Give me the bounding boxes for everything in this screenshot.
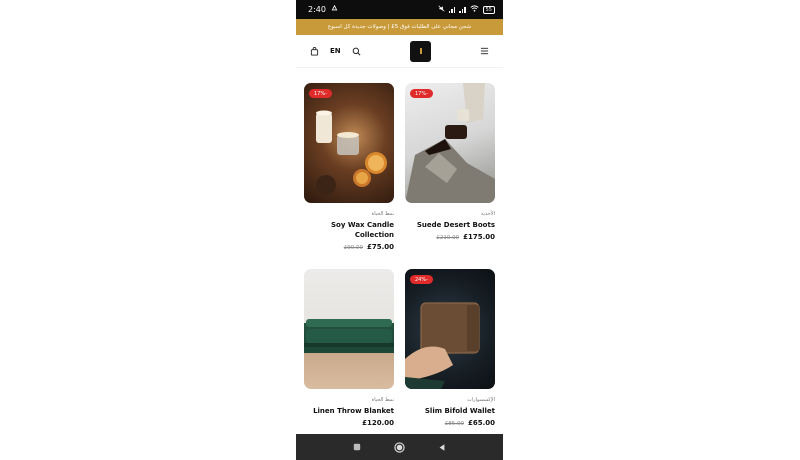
menu-icon[interactable] bbox=[479, 45, 491, 57]
home-button[interactable] bbox=[393, 441, 405, 453]
promo-text: شحن مجاني على الطلبات فوق 5£ | وصولات جد… bbox=[327, 24, 472, 30]
product-image[interactable] bbox=[304, 269, 394, 389]
product-card[interactable]: 24%- الإكسسوارات Slim Bifold Wallet £65.… bbox=[405, 269, 495, 427]
cart-icon[interactable] bbox=[308, 45, 320, 57]
promo-banner[interactable]: شحن مجاني على الطلبات فوق 5£ | وصولات جد… bbox=[296, 19, 503, 35]
product-price: £65.00 bbox=[467, 419, 495, 427]
mute-icon bbox=[438, 5, 445, 14]
product-category: الأحذية bbox=[480, 211, 495, 217]
product-name[interactable]: Soy Wax Candle Collection bbox=[304, 220, 394, 240]
product-name[interactable]: Suede Desert Boots bbox=[405, 220, 495, 230]
product-old-price: £210.00 bbox=[436, 235, 460, 241]
product-category: نمط الحياة bbox=[371, 211, 394, 217]
product-card[interactable]: 17%- الأحذية Suede Desert Boots £175.00 … bbox=[405, 83, 495, 241]
language-switch[interactable]: EN bbox=[330, 47, 341, 55]
back-button[interactable] bbox=[436, 441, 448, 453]
product-name[interactable]: Slim Bifold Wallet bbox=[405, 406, 495, 416]
status-bar: 2:40 55 bbox=[296, 0, 503, 19]
signal-icon bbox=[448, 6, 456, 13]
product-price: £175.00 bbox=[463, 233, 495, 241]
product-old-price: £90.00 bbox=[343, 245, 363, 251]
product-old-price: £85.00 bbox=[444, 421, 464, 427]
product-card[interactable]: نمط الحياة Linen Throw Blanket £120.00 bbox=[304, 269, 394, 427]
discount-badge: 17%- bbox=[410, 89, 433, 98]
android-nav-bar bbox=[296, 434, 503, 460]
product-image[interactable]: 17%- bbox=[405, 83, 495, 203]
product-price: £120.00 bbox=[362, 419, 394, 427]
phone-screen: 2:40 55 شحن مجاني على الطلبات فوق 5£ | و… bbox=[296, 0, 503, 460]
discount-badge: 17%- bbox=[309, 89, 332, 98]
product-name[interactable]: Linen Throw Blanket bbox=[304, 406, 394, 416]
product-card[interactable]: 17%- نمط الحياة Soy Wax Candle Collectio… bbox=[304, 83, 394, 251]
product-category: الإكسسوارات bbox=[466, 397, 495, 403]
site-header: EN bbox=[296, 35, 503, 68]
signal-icon-2 bbox=[459, 6, 466, 13]
brand-logo[interactable] bbox=[410, 40, 432, 62]
battery-indicator: 55 bbox=[482, 5, 495, 14]
product-category: نمط الحياة bbox=[371, 397, 394, 403]
product-price: £75.00 bbox=[366, 243, 394, 251]
search-icon[interactable] bbox=[351, 45, 363, 57]
product-image[interactable]: 17%- bbox=[304, 83, 394, 203]
discount-badge: 24%- bbox=[410, 275, 433, 284]
notification-icon bbox=[331, 4, 338, 14]
product-image[interactable]: 24%- bbox=[405, 269, 495, 389]
status-time: 2:40 bbox=[308, 5, 326, 14]
recents-button[interactable] bbox=[351, 441, 363, 453]
wifi-icon bbox=[470, 5, 479, 14]
